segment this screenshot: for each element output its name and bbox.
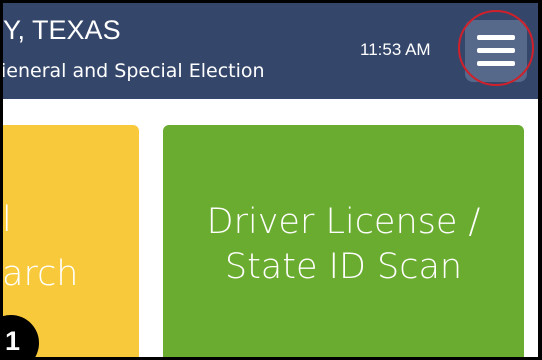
tile-label-line: Driver License / xyxy=(206,202,481,242)
app-header: Y, TEXAS ieneral and Special Election 11… xyxy=(3,3,538,99)
screenshot-frame: Y, TEXAS ieneral and Special Election 11… xyxy=(0,0,542,360)
hamburger-menu-icon-bar xyxy=(477,48,515,53)
tile-label-line: arch xyxy=(3,254,79,294)
page-title: Y, TEXAS xyxy=(3,15,121,45)
tile-label-line: State ID Scan xyxy=(224,247,463,287)
tile-label: Driver License / State ID Scan xyxy=(163,200,524,290)
menu-button[interactable] xyxy=(465,20,527,82)
hamburger-menu-icon-bar xyxy=(477,61,515,66)
election-subtitle: ieneral and Special Election xyxy=(3,60,265,82)
driver-license-scan-tile[interactable]: Driver License / State ID Scan xyxy=(163,125,524,357)
app-screen: Y, TEXAS ieneral and Special Election 11… xyxy=(3,3,538,357)
hamburger-menu-icon xyxy=(477,35,515,40)
step-number: 1 xyxy=(5,326,21,356)
clock-time: 11:53 AM xyxy=(360,40,431,59)
tile-label-line: l xyxy=(3,200,12,240)
